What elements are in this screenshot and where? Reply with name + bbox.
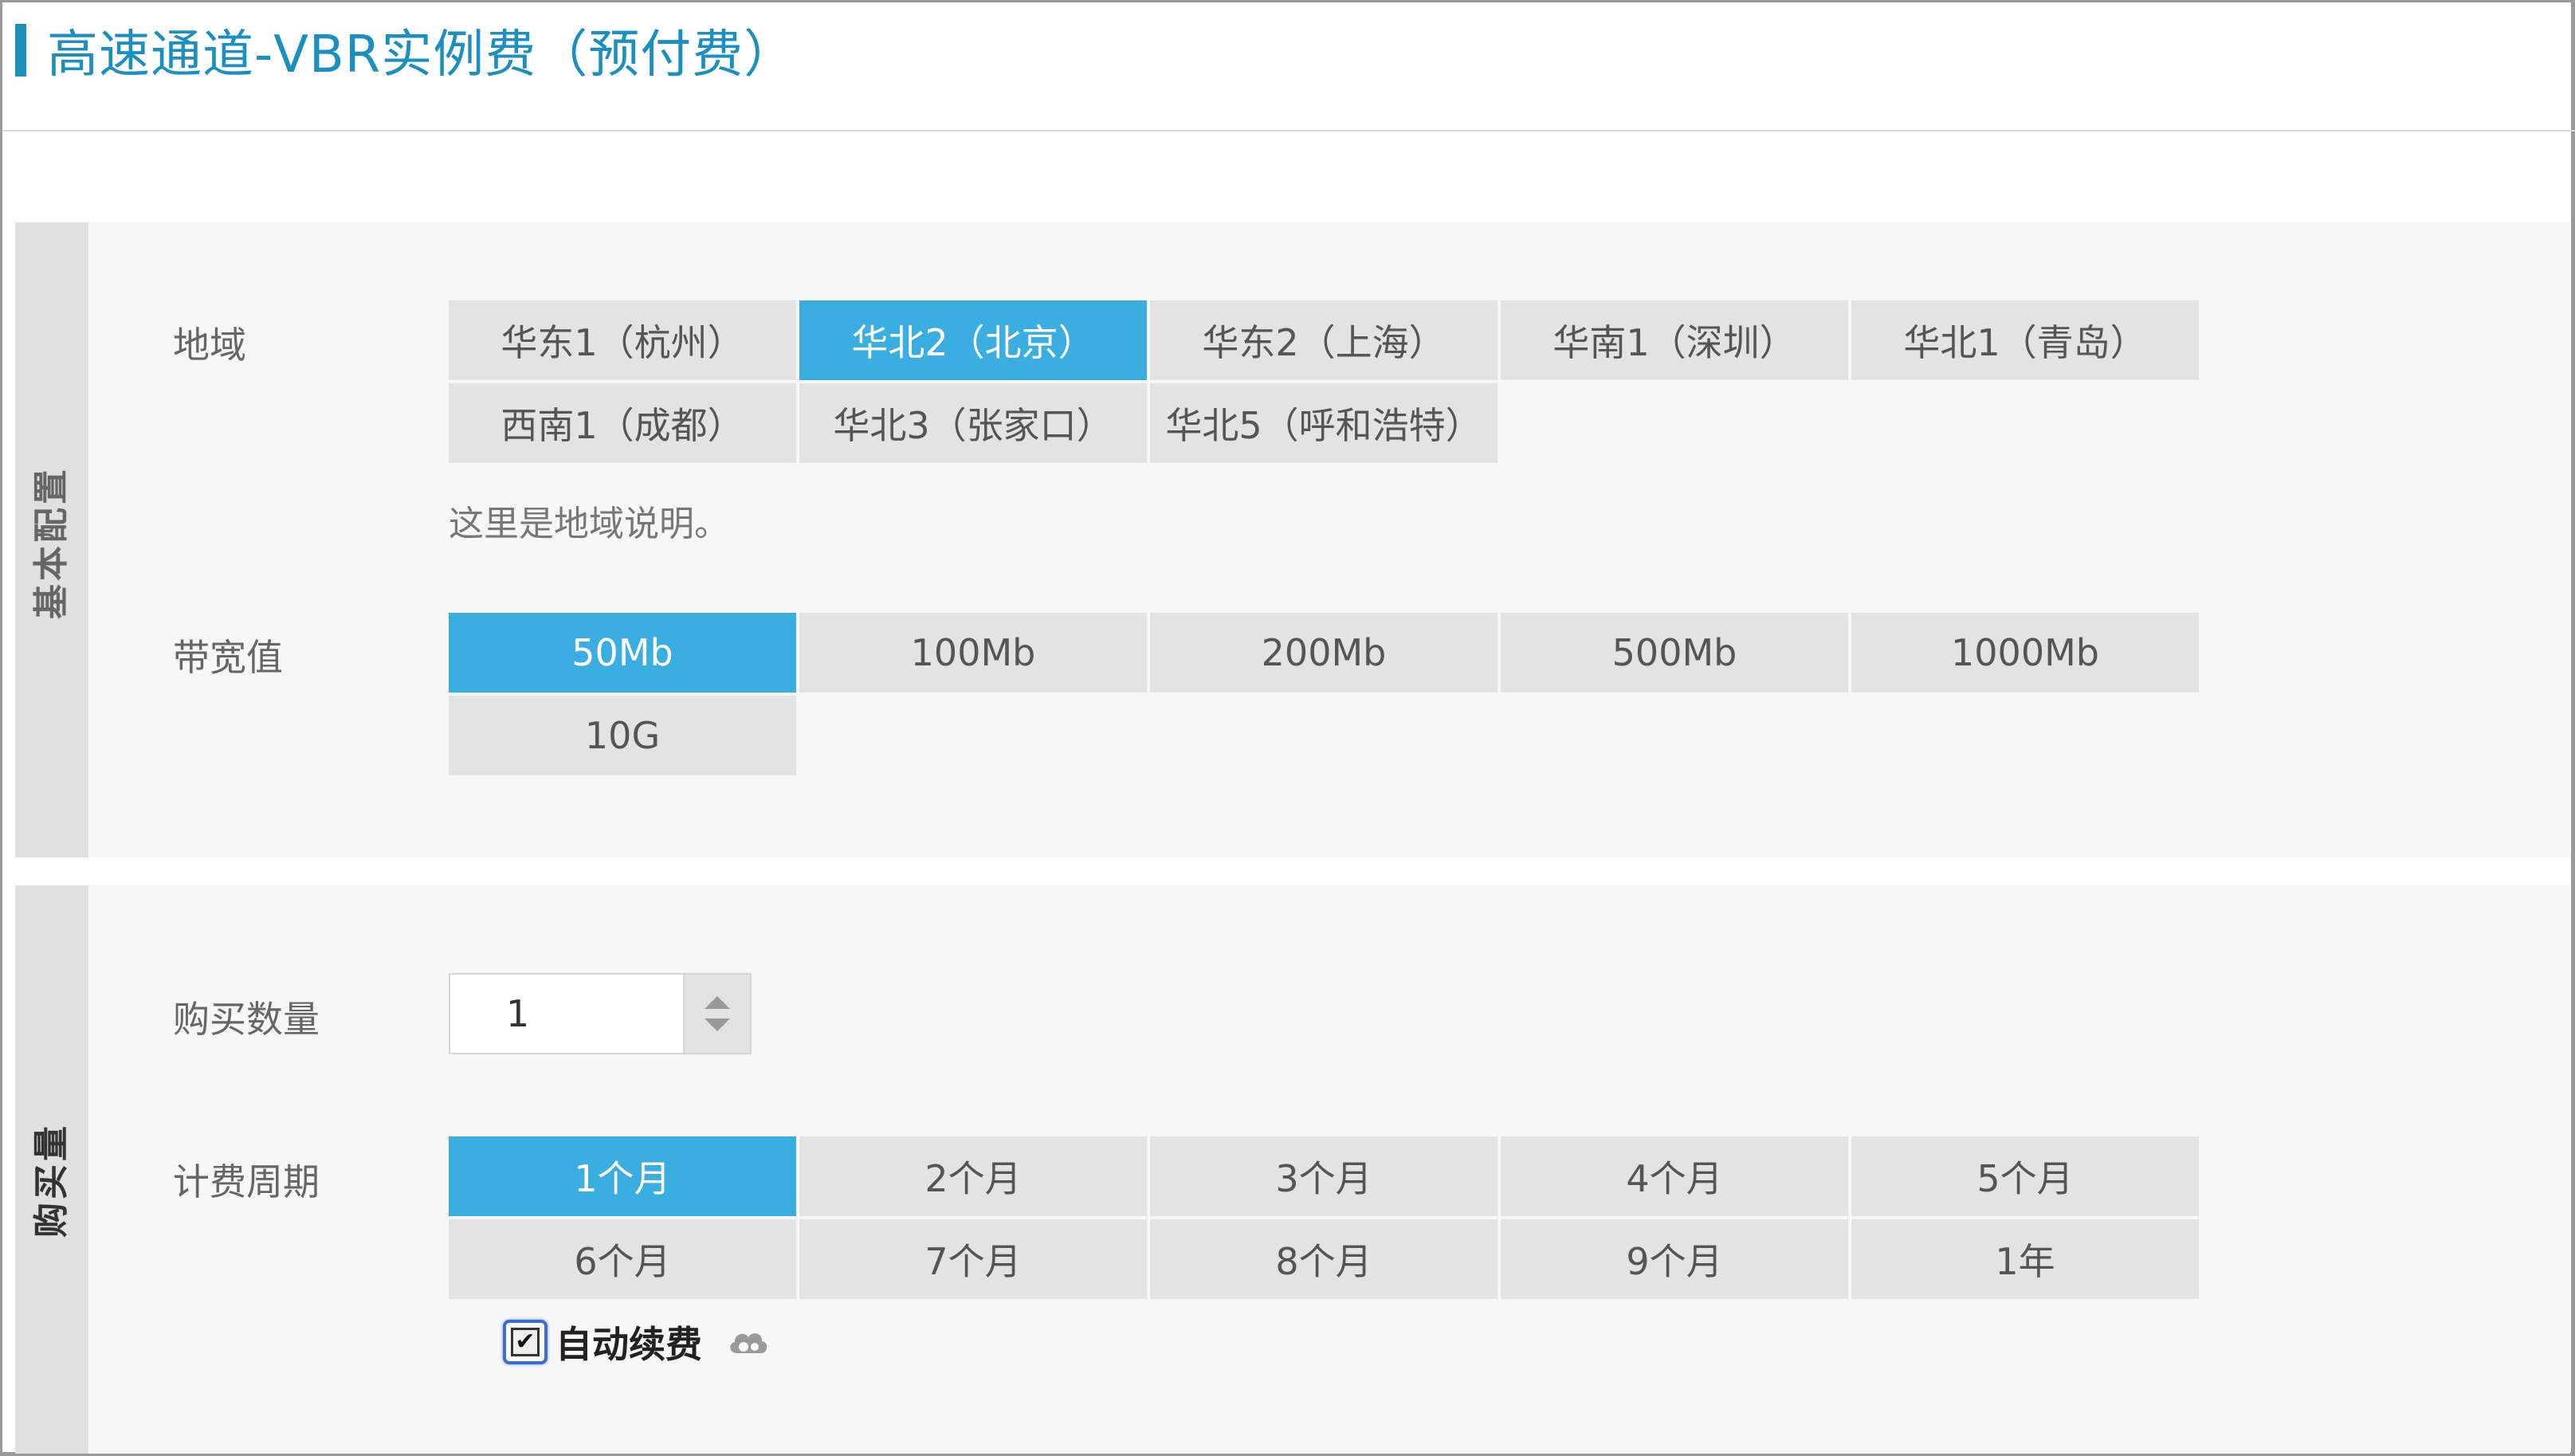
- purchase-tab: 购买量: [15, 885, 88, 1454]
- region-options: 华东1（杭州） 华北2（北京） 华东2（上海） 华南1（深圳） 华北1（青岛） …: [449, 300, 2199, 463]
- period-option-selected[interactable]: 1个月: [449, 1136, 796, 1216]
- increment-arrow-icon[interactable]: [705, 996, 730, 1009]
- period-options: 1个月 2个月 3个月 4个月 5个月 6个月 7个月 8个月 9个月 1年: [449, 1136, 2199, 1299]
- auto-renew-label[interactable]: 自动续费: [555, 1316, 702, 1368]
- tab-label-char: 配: [31, 508, 72, 543]
- cloud-icon[interactable]: [726, 1326, 771, 1358]
- tab-label-char: 量: [31, 1126, 72, 1161]
- period-option[interactable]: 8个月: [1150, 1219, 1498, 1299]
- decrement-arrow-icon[interactable]: [705, 1018, 730, 1031]
- purchase-tab-label: 购买量: [15, 1124, 88, 1239]
- period-option[interactable]: 2个月: [799, 1136, 1147, 1216]
- bandwidth-option[interactable]: 10G: [449, 696, 796, 775]
- quantity-label: 购买数量: [173, 998, 320, 1041]
- region-option[interactable]: 华南1（深圳）: [1501, 300, 1848, 380]
- period-option[interactable]: 5个月: [1851, 1136, 2199, 1216]
- auto-renew-checkbox[interactable]: ✔: [503, 1320, 548, 1364]
- period-option[interactable]: 1年: [1851, 1219, 2199, 1299]
- basic-config-tab-label: 基本配置: [15, 468, 88, 621]
- tab-label-char: 置: [31, 469, 72, 504]
- bandwidth-option-selected[interactable]: 50Mb: [449, 613, 796, 693]
- region-option[interactable]: 华北1（青岛）: [1851, 300, 2199, 380]
- period-option[interactable]: 7个月: [799, 1219, 1147, 1299]
- period-option[interactable]: 9个月: [1501, 1219, 1848, 1299]
- region-label: 地域: [173, 324, 246, 367]
- region-option[interactable]: 华北3（张家口）: [799, 383, 1147, 463]
- period-option[interactable]: 3个月: [1150, 1136, 1498, 1216]
- bandwidth-option[interactable]: 200Mb: [1150, 613, 1498, 693]
- tab-label-char: 基: [31, 584, 72, 619]
- basic-config-section: 基本配置 地域 华东1（杭州） 华北2（北京） 华东2（上海） 华南1（深圳） …: [15, 222, 2570, 858]
- region-option[interactable]: 西南1（成都）: [449, 383, 796, 463]
- page-title: 高速通道-VBR实例费（预付费）: [47, 26, 796, 84]
- purchase-section: 购买量 购买数量 计费周期 1个月 2个月 3个月 4个月 5个月 6个月 7个…: [15, 885, 2570, 1454]
- basic-config-tab: 基本配置: [15, 222, 88, 858]
- tab-label-char: 买: [31, 1164, 72, 1199]
- quantity-input[interactable]: [449, 973, 685, 1054]
- page-header: 高速通道-VBR实例费（预付费）: [15, 20, 795, 84]
- region-option[interactable]: 华北5（呼和浩特）: [1150, 383, 1498, 463]
- bandwidth-label: 带宽值: [173, 636, 283, 679]
- region-option-selected[interactable]: 华北2（北京）: [799, 300, 1147, 380]
- title-divider: [2, 130, 2575, 131]
- region-option[interactable]: 华东2（上海）: [1150, 300, 1498, 380]
- page-frame: 高速通道-VBR实例费（预付费） 基本配置 地域 华东1（杭州） 华北2（北京）…: [0, 0, 2575, 1456]
- bandwidth-option[interactable]: 1000Mb: [1851, 613, 2199, 693]
- checkmark-icon: ✔: [511, 1328, 540, 1356]
- tab-label-char: 本: [31, 546, 72, 581]
- tab-label-char: 购: [31, 1203, 72, 1238]
- region-hint: 这里是地域说明。: [449, 504, 729, 544]
- bandwidth-option[interactable]: 500Mb: [1501, 613, 1848, 693]
- title-accent-bar: [15, 24, 26, 77]
- bandwidth-options: 50Mb 100Mb 200Mb 500Mb 1000Mb 10G: [449, 613, 2199, 775]
- quantity-spinner[interactable]: [685, 973, 752, 1054]
- quantity-stepper: [449, 973, 752, 1054]
- bandwidth-option[interactable]: 100Mb: [799, 613, 1147, 693]
- period-option[interactable]: 4个月: [1501, 1136, 1848, 1216]
- period-option[interactable]: 6个月: [449, 1219, 796, 1299]
- period-label: 计费周期: [173, 1160, 320, 1203]
- auto-renew-row: ✔ 自动续费: [503, 1316, 771, 1368]
- region-option[interactable]: 华东1（杭州）: [449, 300, 796, 380]
